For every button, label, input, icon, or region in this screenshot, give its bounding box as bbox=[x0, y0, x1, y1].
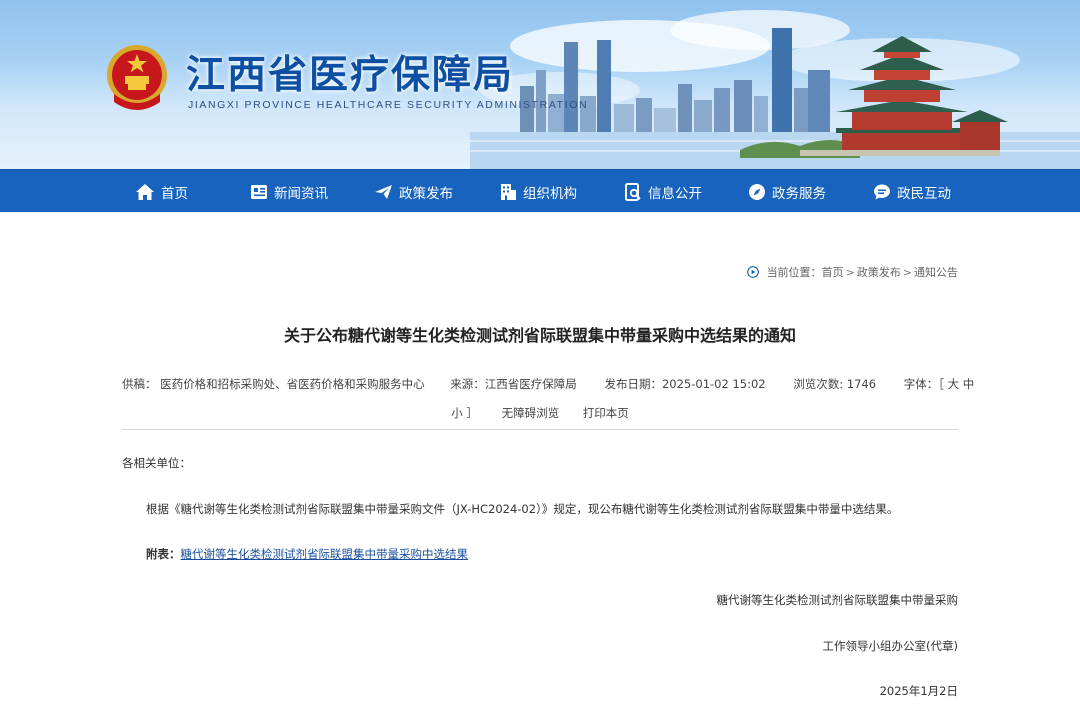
breadcrumb: 当前位置： 首页 > 政策发布 > 通知公告 bbox=[746, 264, 958, 280]
meta-source: 来源：江西省医疗保障局 bbox=[450, 377, 577, 391]
nav-item-label: 政务服务 bbox=[772, 185, 826, 202]
news-icon bbox=[251, 184, 267, 199]
main-nav: 首页 新闻资讯 政策发布 组织机构 信息公开 政务服务 政民互动 bbox=[0, 169, 1080, 212]
breadcrumb-separator: > bbox=[902, 265, 912, 279]
nav-item-info-disclosure[interactable]: 信息公开 bbox=[624, 170, 702, 213]
breadcrumb-separator: > bbox=[845, 265, 855, 279]
signature-line-1: 糖代谢等生化类检测试剂省际联盟集中带量采购 bbox=[716, 593, 959, 607]
info-doc-icon bbox=[625, 182, 641, 201]
home-icon bbox=[136, 183, 154, 200]
salutation: 各相关单位： bbox=[122, 456, 191, 470]
paper-plane-icon bbox=[375, 184, 392, 199]
nav-item-label: 新闻资讯 bbox=[274, 185, 328, 202]
article-title: 关于公布糖代谢等生化类检测试剂省际联盟集中带量采购中选结果的通知 bbox=[283, 326, 796, 345]
breadcrumb-policy[interactable]: 政策发布 bbox=[857, 264, 901, 280]
font-size-selector-cont[interactable]: 小 ］ bbox=[451, 406, 478, 420]
accessible-browse-link[interactable]: 无障碍浏览 bbox=[502, 406, 560, 420]
site-title: 江西省医疗保障局 bbox=[186, 52, 515, 98]
chat-icon bbox=[874, 184, 890, 199]
nav-item-label: 政民互动 bbox=[897, 185, 951, 202]
print-page-link[interactable]: 打印本页 bbox=[583, 406, 629, 420]
building-icon bbox=[501, 183, 516, 200]
nav-item-gov-services[interactable]: 政务服务 bbox=[748, 170, 826, 213]
nav-item-interaction[interactable]: 政民互动 bbox=[873, 170, 951, 213]
body-paragraph: 根据《糖代谢等生化类检测试剂省际联盟集中带量采购文件（JX-HC2024-02）… bbox=[146, 502, 899, 516]
article-meta-tools: 小 ］ 无障碍浏览 打印本页 bbox=[0, 405, 1080, 421]
play-circle-icon bbox=[746, 266, 759, 278]
nav-item-news[interactable]: 新闻资讯 bbox=[250, 170, 328, 213]
site-subtitle: JIANGXI PROVINCE HEALTHCARE SECURITY ADM… bbox=[188, 99, 589, 111]
nav-item-organization[interactable]: 组织机构 bbox=[499, 170, 577, 213]
attachment-line: 附表：糖代谢等生化类检测试剂省际联盟集中带量采购中选结果 bbox=[146, 546, 468, 562]
attachment-label: 附表： bbox=[146, 547, 181, 561]
signature-date: 2025年1月2日 bbox=[879, 684, 958, 698]
nav-item-home[interactable]: 首页 bbox=[135, 170, 188, 213]
font-size-selector[interactable]: 字体：［ 大 中 bbox=[904, 376, 975, 392]
national-emblem-icon bbox=[107, 45, 167, 110]
divider bbox=[122, 429, 958, 430]
nav-item-label: 首页 bbox=[161, 185, 188, 202]
nav-item-label: 政策发布 bbox=[399, 185, 453, 202]
signature-line-2: 工作领导小组办公室(代章) bbox=[822, 639, 958, 653]
breadcrumb-notice[interactable]: 通知公告 bbox=[914, 264, 958, 280]
article-meta: 供稿： 医药价格和招标采购处、省医药价格和采购服务中心 来源：江西省医疗保障局 … bbox=[122, 376, 974, 392]
nav-item-label: 信息公开 bbox=[648, 185, 702, 202]
nav-item-label: 组织机构 bbox=[523, 185, 577, 202]
meta-publish-date: 发布日期：2025-01-02 15:02 bbox=[604, 377, 766, 391]
breadcrumb-prefix: 当前位置： bbox=[766, 266, 822, 279]
breadcrumb-home[interactable]: 首页 bbox=[822, 264, 844, 280]
nav-item-policy[interactable]: 政策发布 bbox=[374, 170, 453, 213]
site-banner: 江西省医疗保障局 JIANGXI PROVINCE HEALTHCARE SEC… bbox=[0, 0, 1080, 169]
attachment-link[interactable]: 糖代谢等生化类检测试剂省际联盟集中带量采购中选结果 bbox=[181, 547, 469, 561]
meta-supplier: 供稿： 医药价格和招标采购处、省医药价格和采购服务中心 bbox=[122, 377, 425, 391]
meta-views: 浏览次数: 1746 bbox=[793, 377, 877, 391]
compass-icon bbox=[749, 183, 765, 200]
